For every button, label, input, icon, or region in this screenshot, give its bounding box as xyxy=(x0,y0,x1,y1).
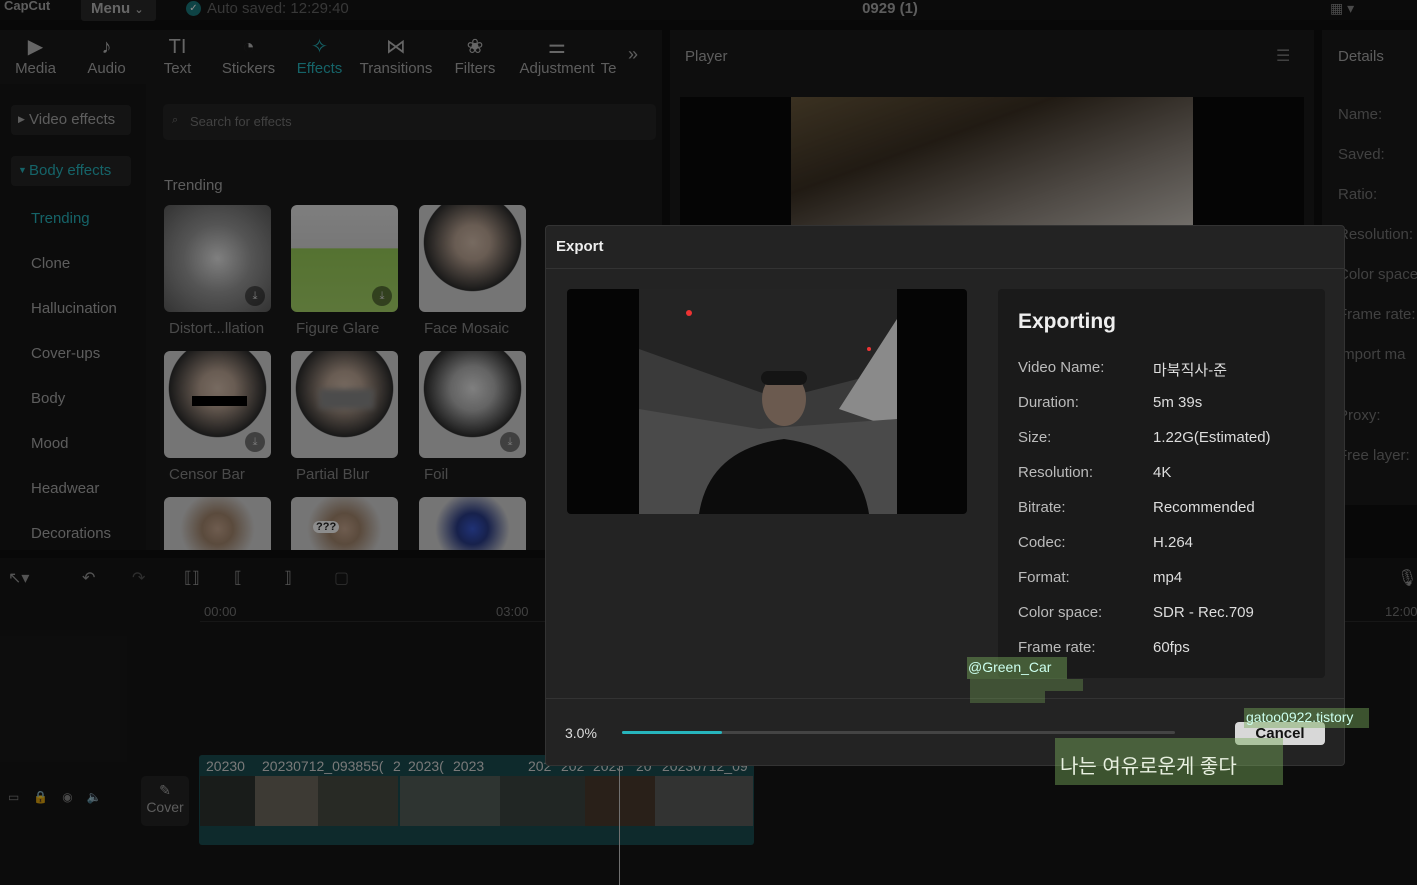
info-label: Bitrate: xyxy=(1018,499,1066,516)
info-label: Format: xyxy=(1018,569,1070,586)
info-value-color-space: SDR - Rec.709 xyxy=(1153,604,1254,621)
info-value-codec: H.264 xyxy=(1153,534,1194,551)
info-value-video-name: 마북직사-준 xyxy=(1153,362,1227,379)
preview-image xyxy=(639,289,897,514)
info-value-resolution: 4K xyxy=(1153,464,1172,481)
text-overlay: gatoo0922.tistory xyxy=(1244,708,1369,728)
text-overlay-background xyxy=(970,679,1083,691)
divider xyxy=(546,698,1344,699)
info-value-format: mp4 xyxy=(1153,569,1183,586)
info-value-size: 1.22G(Estimated) xyxy=(1153,429,1271,446)
info-label: Resolution: xyxy=(1018,464,1094,481)
text-overlay: 나는 여유로운게 좋다 xyxy=(1055,738,1283,785)
export-preview-frame xyxy=(639,289,897,514)
dialog-title: Export xyxy=(556,238,604,255)
info-value-duration: 5m 39s xyxy=(1153,394,1203,411)
progress-fill xyxy=(622,731,722,734)
info-label: Duration: xyxy=(1018,394,1079,411)
text-overlay-background xyxy=(970,691,1045,703)
info-label: Frame rate: xyxy=(1018,639,1096,656)
info-label: Codec: xyxy=(1018,534,1066,551)
info-label: Size: xyxy=(1018,429,1052,446)
export-status-title: Exporting xyxy=(1018,310,1116,333)
info-value-bitrate: Recommended xyxy=(1153,499,1255,516)
info-label: Video Name: xyxy=(1018,359,1105,376)
info-label: Color space: xyxy=(1018,604,1103,621)
progress-percent: 3.0% xyxy=(565,725,597,741)
text-overlay: @Green_Car xyxy=(967,657,1067,679)
info-value-frame-rate: 60fps xyxy=(1153,639,1190,656)
divider xyxy=(546,268,1344,269)
